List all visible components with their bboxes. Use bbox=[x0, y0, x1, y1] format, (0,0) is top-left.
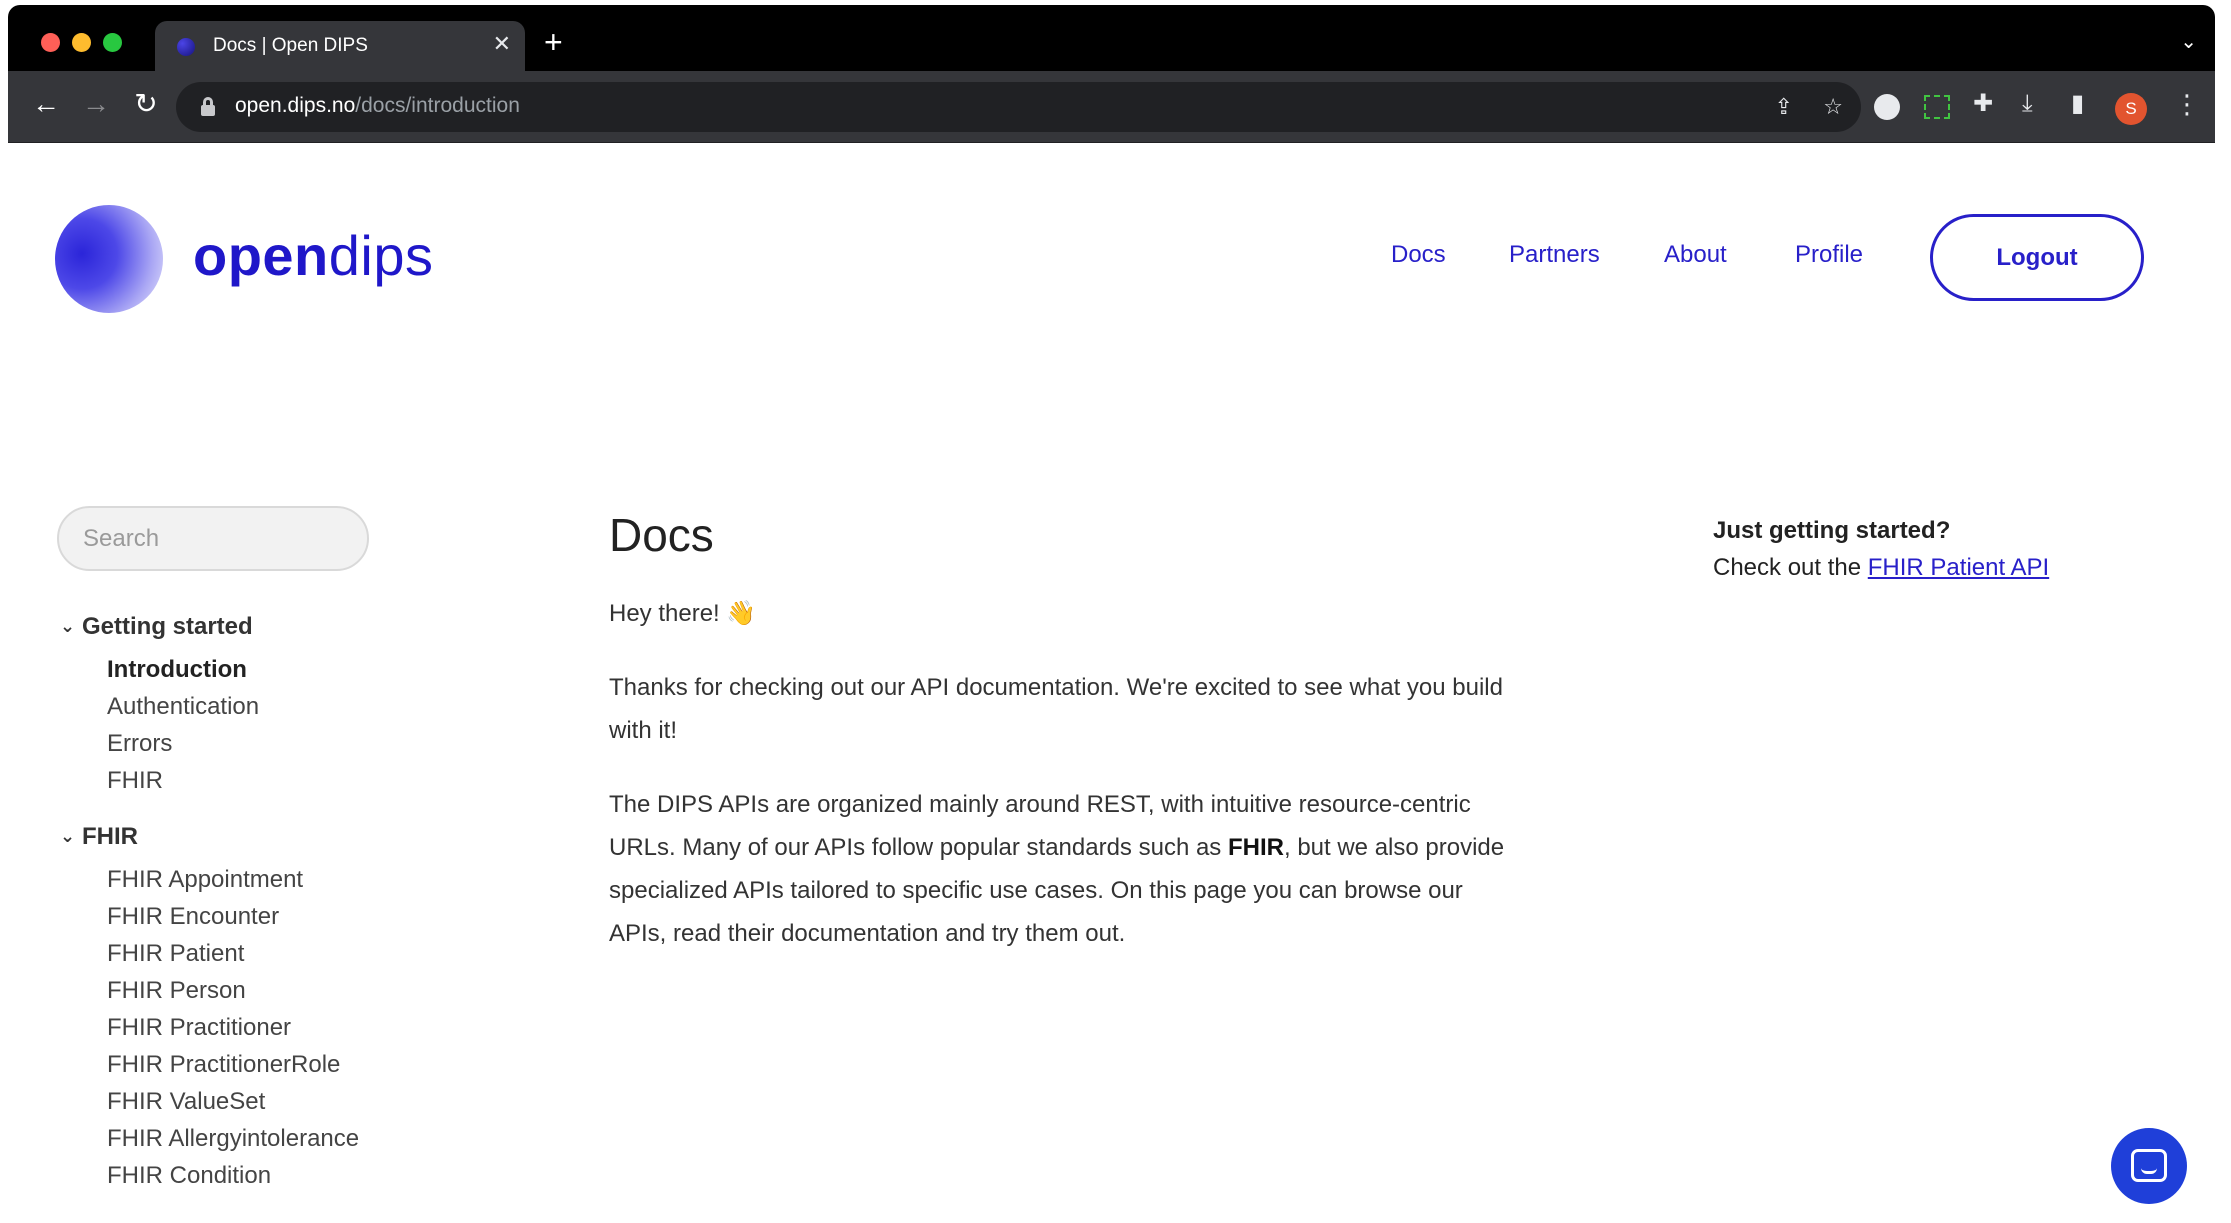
url-text[interactable]: open.dips.no/docs/introduction bbox=[235, 94, 520, 118]
nav-about-link[interactable]: About bbox=[1664, 241, 1727, 269]
sidebar-section-getting-started[interactable]: ⌄ Getting started bbox=[60, 613, 253, 641]
sidebar-item-introduction[interactable]: Introduction bbox=[107, 656, 259, 693]
chevron-down-icon: ⌄ bbox=[60, 826, 76, 846]
maximize-window-button[interactable] bbox=[103, 33, 122, 52]
tab-search-chevron-icon[interactable]: ⌄ bbox=[2180, 29, 2197, 54]
nav-docs-link[interactable]: Docs bbox=[1391, 241, 1446, 269]
sidebar-item-authentication[interactable]: Authentication bbox=[107, 693, 259, 730]
extension-password-icon[interactable] bbox=[1874, 94, 1900, 120]
fhir-emphasis: FHIR bbox=[1227, 834, 1284, 861]
sidebar-item-fhir-patient[interactable]: FHIR Patient bbox=[107, 940, 359, 977]
minimize-window-button[interactable] bbox=[72, 33, 91, 52]
aside-heading: Just getting started? bbox=[1713, 517, 1951, 544]
sidebar-section-title: FHIR bbox=[82, 823, 138, 850]
thanks-paragraph: Thanks for checking out our API document… bbox=[609, 674, 1503, 744]
chevron-down-icon: ⌄ bbox=[60, 616, 76, 636]
sidebar-item-fhir-encounter[interactable]: FHIR Encounter bbox=[107, 903, 359, 940]
docs-search-input[interactable] bbox=[57, 506, 369, 571]
tab-title: Docs | Open DIPS bbox=[213, 35, 368, 56]
close-window-button[interactable] bbox=[41, 33, 60, 52]
sidebar-section-title: Getting started bbox=[82, 613, 253, 640]
sidebar-item-fhir-valueset[interactable]: FHIR ValueSet bbox=[107, 1088, 359, 1125]
nav-partners-link[interactable]: Partners bbox=[1509, 241, 1600, 269]
tab-close-icon[interactable]: ✕ bbox=[493, 33, 511, 55]
sidebar-item-fhir-practitionerrole[interactable]: FHIR PractitionerRole bbox=[107, 1051, 359, 1088]
reload-button[interactable]: ↻ bbox=[128, 89, 164, 119]
sidebar-item-errors[interactable]: Errors bbox=[107, 730, 259, 767]
aside-text: Check out the FHIR Patient API bbox=[1713, 549, 2163, 586]
logout-button[interactable]: Logout bbox=[1930, 214, 2144, 301]
chat-launcher-button[interactable] bbox=[2111, 1128, 2187, 1204]
extension-screenshot-icon[interactable] bbox=[1924, 95, 1950, 119]
share-icon[interactable]: ⇪ bbox=[1775, 94, 1793, 120]
sidebar-item-fhir-practitioner[interactable]: FHIR Practitioner bbox=[107, 1014, 359, 1051]
browser-tab[interactable]: Docs | Open DIPS ✕ bbox=[155, 21, 525, 73]
getting-started-aside: Just getting started? Check out the FHIR… bbox=[1713, 512, 2163, 586]
chat-icon bbox=[2131, 1149, 2167, 1182]
aside-prefix: Check out the bbox=[1713, 554, 1868, 581]
sidebar-list-fhir: FHIR Appointment FHIR Encounter FHIR Pat… bbox=[107, 866, 359, 1199]
address-bar[interactable]: open.dips.no/docs/introduction ⇪ ☆ bbox=[176, 82, 1861, 132]
fhir-patient-api-link[interactable]: FHIR Patient API bbox=[1868, 554, 2049, 581]
side-panel-icon[interactable]: ▮ bbox=[2071, 91, 2084, 117]
sidebar-item-fhir-person[interactable]: FHIR Person bbox=[107, 977, 359, 1014]
sidebar-list-getting-started: Introduction Authentication Errors FHIR bbox=[107, 656, 259, 804]
logo-dips-text: dips bbox=[328, 224, 434, 287]
browser-toolbar: ← → ↻ open.dips.no/docs/introduction ⇪ ☆… bbox=[8, 71, 2215, 143]
sidebar-item-fhir[interactable]: FHIR bbox=[107, 767, 259, 804]
sidebar-section-fhir[interactable]: ⌄ FHIR bbox=[60, 823, 138, 851]
sidebar-item-fhir-condition[interactable]: FHIR Condition bbox=[107, 1162, 359, 1199]
main-content: Docs Hey there! 👋 Thanks for checking ou… bbox=[609, 508, 1509, 955]
forward-button[interactable]: → bbox=[78, 89, 114, 119]
sidebar-item-fhir-allergyintolerance[interactable]: FHIR Allergyintolerance bbox=[107, 1125, 359, 1162]
extensions-puzzle-icon[interactable]: ✚ bbox=[1973, 91, 1993, 117]
dips-apis-paragraph: The DIPS APIs are organized mainly aroun… bbox=[609, 783, 1509, 955]
url-host: open.dips.no bbox=[235, 94, 356, 117]
url-path: /docs/introduction bbox=[355, 94, 520, 117]
download-icon[interactable]: ⤓ bbox=[2022, 91, 2033, 117]
favicon-icon bbox=[177, 38, 195, 56]
greeting-text: Hey there! 👋 bbox=[609, 600, 757, 627]
opendips-logo[interactable]: opendips bbox=[193, 223, 434, 288]
bookmark-star-icon[interactable]: ☆ bbox=[1823, 94, 1843, 120]
new-tab-button[interactable]: + bbox=[544, 26, 563, 58]
opendips-logo-orb[interactable] bbox=[55, 205, 163, 313]
lock-icon[interactable] bbox=[201, 97, 215, 116]
nav-profile-link[interactable]: Profile bbox=[1795, 241, 1863, 269]
browser-menu-icon[interactable]: ⋮ bbox=[2174, 89, 2200, 120]
sidebar-item-fhir-appointment[interactable]: FHIR Appointment bbox=[107, 866, 359, 903]
logo-open-text: open bbox=[193, 224, 329, 287]
back-button[interactable]: ← bbox=[28, 89, 64, 119]
page-title: Docs bbox=[609, 509, 714, 561]
web-page: opendips Docs Partners About Profile Log… bbox=[8, 143, 2215, 1223]
tab-bar: Docs | Open DIPS ✕ + ⌄ bbox=[8, 5, 2215, 73]
profile-avatar[interactable]: S bbox=[2115, 93, 2147, 125]
browser-window: Docs | Open DIPS ✕ + ⌄ ← → ↻ open.dips.n… bbox=[8, 5, 2215, 1223]
